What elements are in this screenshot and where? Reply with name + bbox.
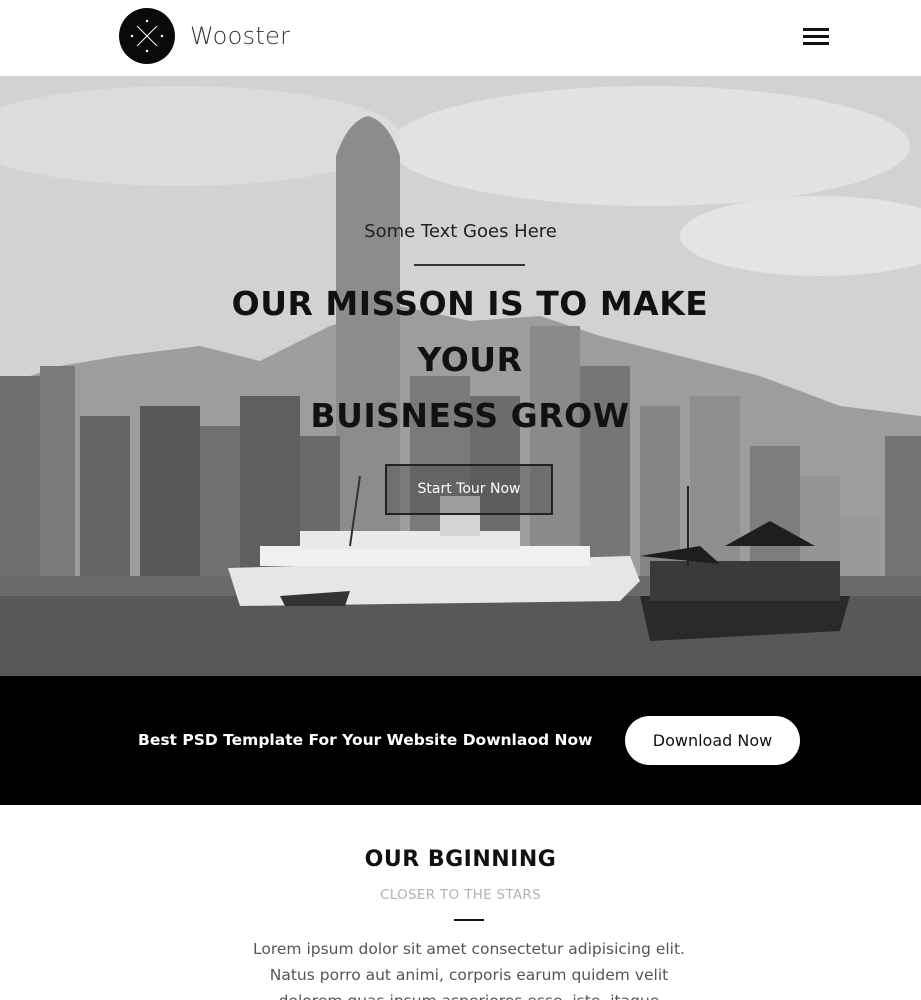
download-cta-band: Best PSD Template For Your Website Downl… <box>0 676 921 805</box>
hero-subtitle: Some Text Goes Here <box>364 221 557 242</box>
logo-icon[interactable] <box>119 8 175 64</box>
section-divider <box>454 919 484 921</box>
body-line: dolorem quas ipsum asperiores esse, iste… <box>230 988 708 1000</box>
hero-section: Some Text Goes Here OUR MISSON IS TO MAK… <box>0 76 921 676</box>
site-header: Wooster <box>0 0 921 76</box>
hero-title: OUR MISSON IS TO MAKE YOUR BUISNESS GROW <box>210 276 730 444</box>
section-body: Lorem ipsum dolor sit amet consectetur a… <box>230 936 708 1000</box>
hamburger-menu-icon[interactable] <box>803 28 829 48</box>
start-tour-button[interactable]: Start Tour Now <box>385 464 553 515</box>
hero-title-line: YOUR <box>417 340 523 379</box>
body-line: Natus porro aut animi, corporis earum qu… <box>269 966 669 984</box>
body-line: Lorem ipsum dolor sit amet consectetur a… <box>253 940 685 958</box>
brand-name[interactable]: Wooster <box>190 22 290 50</box>
section-title: OUR BGINNING <box>364 847 557 872</box>
beginning-section: OUR BGINNING CLOSER TO THE STARS Lorem i… <box>0 805 921 1000</box>
cta-text: Best PSD Template For Your Website Downl… <box>138 731 593 749</box>
download-now-button[interactable]: Download Now <box>625 716 800 765</box>
hero-title-line: BUISNESS GROW <box>310 396 630 435</box>
section-subtitle: CLOSER TO THE STARS <box>380 887 541 903</box>
hero-divider <box>414 264 525 266</box>
hero-title-line: OUR MISSON IS TO MAKE <box>231 284 709 323</box>
